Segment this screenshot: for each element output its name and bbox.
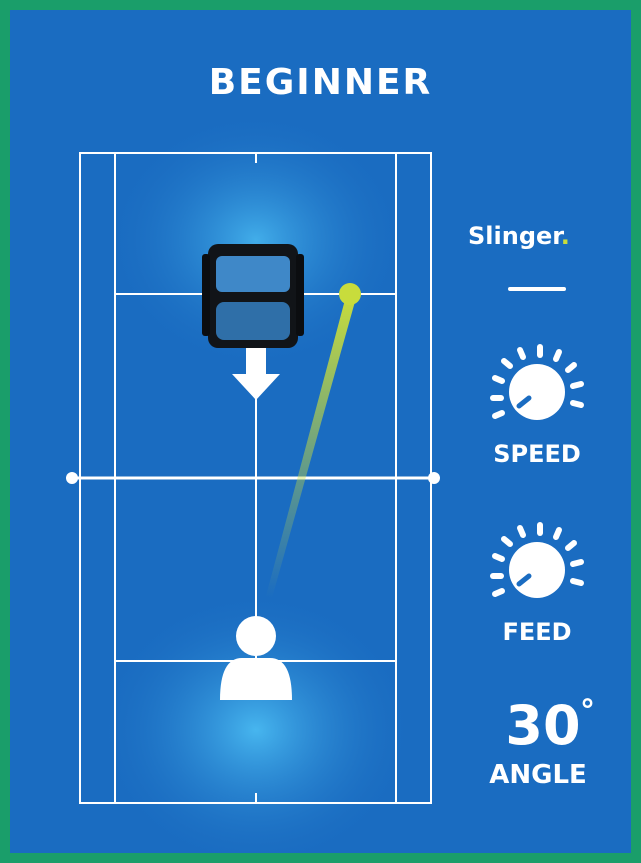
logo-dot: . (560, 222, 570, 250)
speed-dial-icon (490, 344, 584, 420)
net-post-left (66, 472, 78, 484)
slinger-logo: Slinger. (468, 222, 608, 250)
infographic-panel: BEGINNER Slinger. SPEED FEED 30 ° ANGLE (10, 10, 631, 853)
speed-label: SPEED (493, 440, 581, 468)
feed-dial-icon (490, 522, 584, 598)
net (66, 472, 440, 484)
net-post-right (428, 472, 440, 484)
angle-label: ANGLE (489, 760, 587, 790)
tennis-ball-icon (339, 283, 361, 305)
angle-unit: ° (580, 694, 595, 729)
feed-label: FEED (502, 618, 572, 646)
logo-text: Slinger (468, 222, 561, 250)
divider (508, 287, 566, 291)
ball-machine-icon (202, 244, 304, 348)
